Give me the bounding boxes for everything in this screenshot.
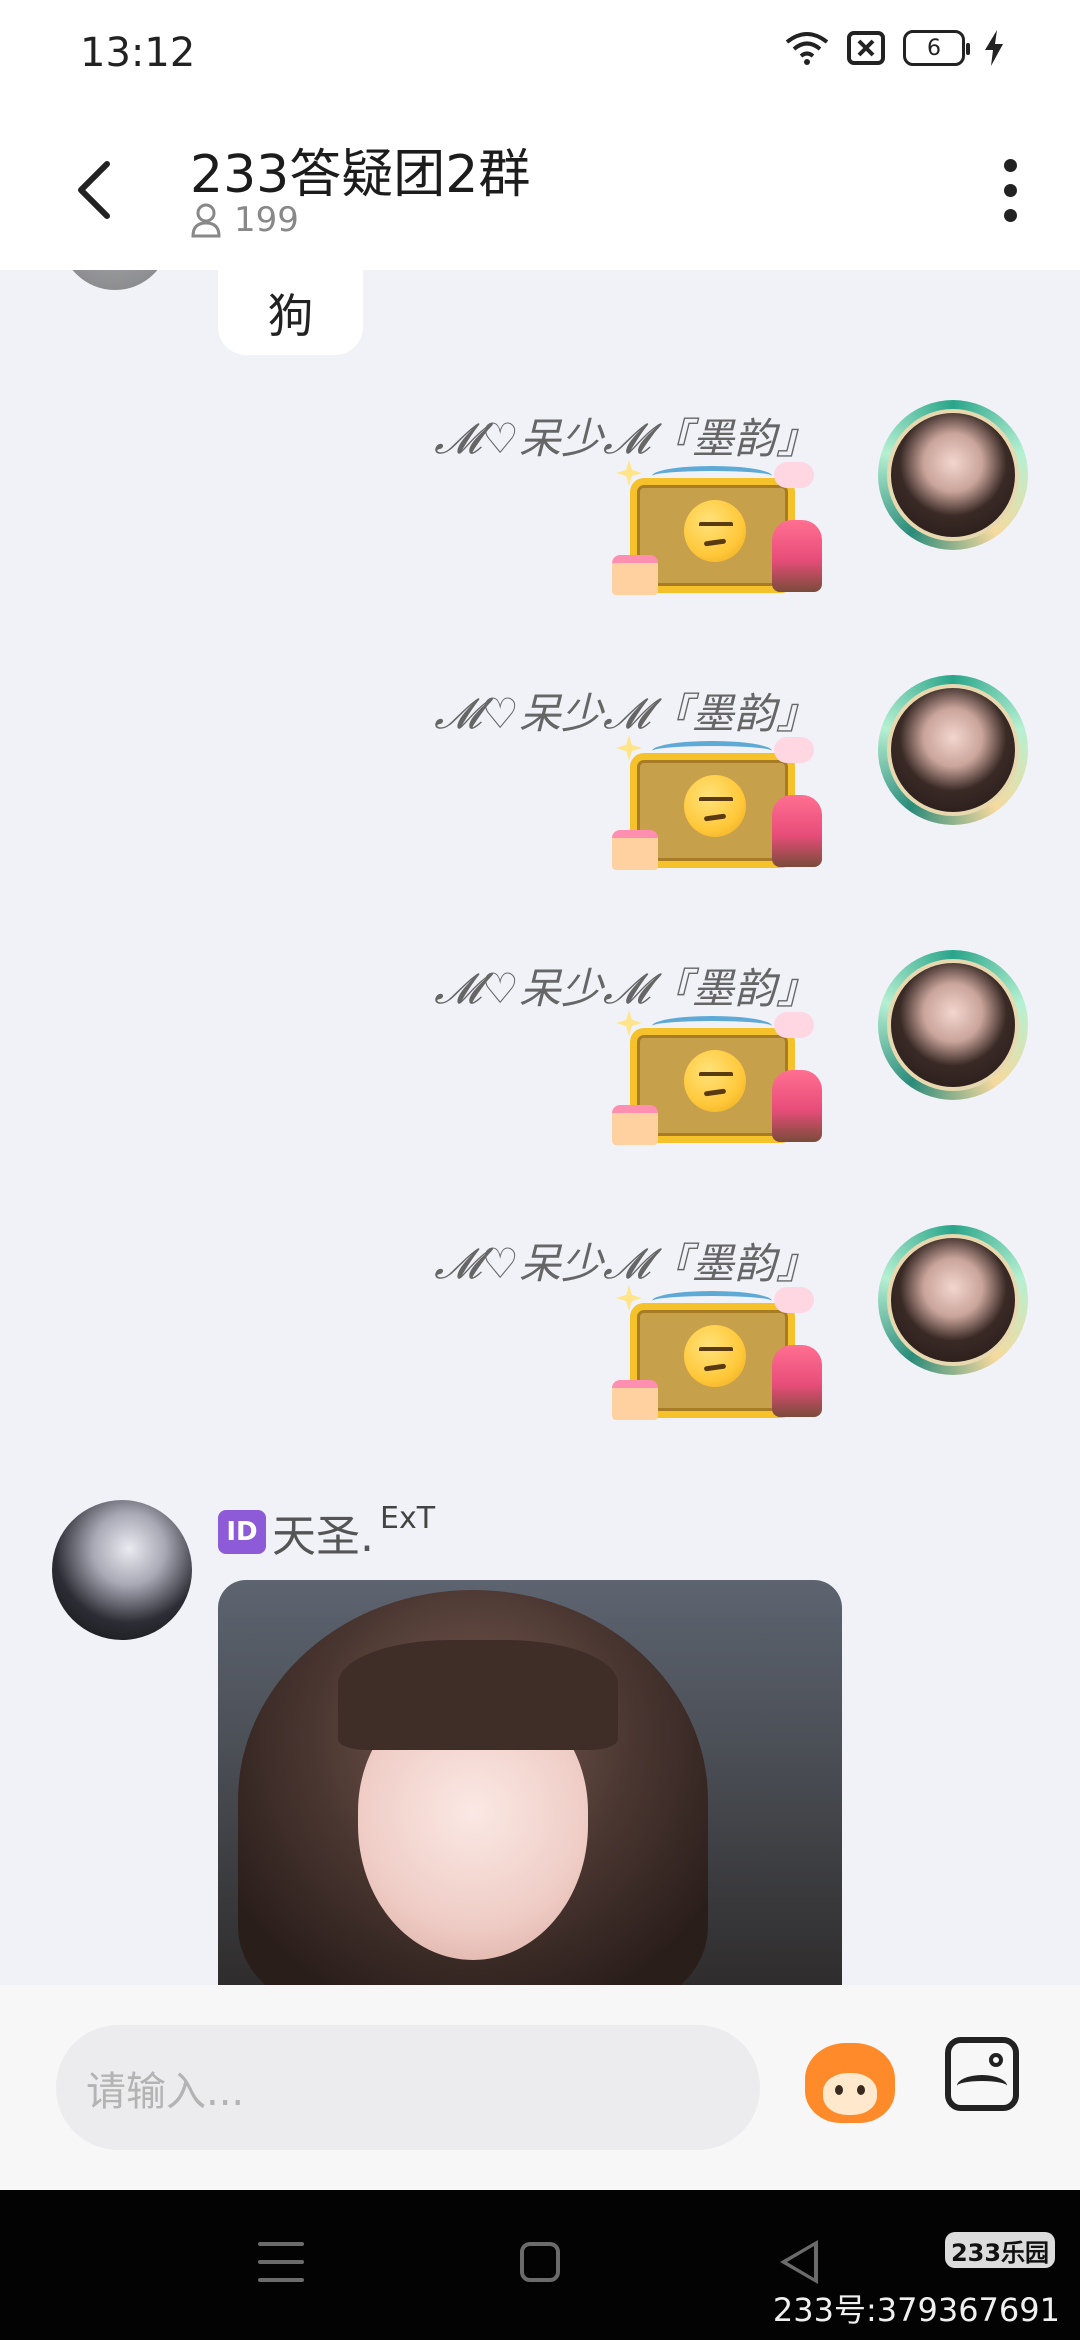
avatar-image: [887, 1234, 1019, 1366]
more-options-button[interactable]: [980, 150, 1040, 230]
status-time: 13:12: [80, 30, 196, 76]
watermark-logo: 233乐园: [945, 2232, 1055, 2268]
system-nav-bar: 233乐园 233号:379367691: [0, 2190, 1080, 2340]
message-bubble[interactable]: 狗: [218, 270, 363, 355]
home-button[interactable]: [520, 2242, 560, 2282]
character-icon: [772, 1345, 822, 1417]
watermark-text: 233号:379367691: [772, 2291, 1060, 2329]
sim-blocked-icon: [847, 31, 885, 65]
member-count: 199: [234, 200, 299, 240]
menu-icon-line: [258, 2260, 304, 2264]
more-icon-dot: [1003, 208, 1017, 222]
sender-name: 𝓜♡呆少𝓜『墨韵』: [434, 414, 818, 463]
avatar[interactable]: [878, 1225, 1028, 1375]
sticker-message[interactable]: [612, 735, 822, 885]
cloud-icon: [774, 1287, 814, 1313]
image-picker-button[interactable]: [945, 2037, 1019, 2111]
status-bar: 13:12 6: [0, 0, 1080, 110]
cake-icon: [612, 555, 658, 595]
photo-bangs: [338, 1640, 618, 1750]
charging-icon: [985, 30, 1003, 66]
cake-icon: [612, 830, 658, 870]
unamused-face-icon: [684, 1050, 746, 1112]
more-icon: [1003, 158, 1017, 172]
unamused-face-icon: [684, 500, 746, 562]
message-text: 狗: [267, 288, 314, 343]
message-item: 𝓜♡呆少𝓜『墨韵』: [0, 950, 1080, 1225]
group-title: 233答疑团2群: [190, 145, 531, 205]
recents-button[interactable]: [258, 2242, 304, 2282]
sender-name: 天圣.: [272, 1511, 374, 1562]
id-badge: ID: [218, 1510, 266, 1554]
message-input[interactable]: 请输入...: [56, 2025, 760, 2150]
message-item: ID 天圣. ExT: [0, 1500, 1080, 1985]
more-icon-dot: [1003, 183, 1017, 197]
character-icon: [772, 520, 822, 592]
avatar[interactable]: [878, 400, 1028, 550]
image-icon: [989, 2053, 1003, 2067]
person-icon: [191, 203, 221, 238]
cloud-icon: [774, 1012, 814, 1038]
sender-name: 𝓜♡呆少𝓜『墨韵』: [434, 964, 818, 1013]
battery-level: 6: [927, 35, 941, 61]
chat-header: 233答疑团2群 199: [0, 110, 1080, 270]
image-icon-mountain: [957, 2075, 1007, 2097]
cake-icon: [612, 1105, 658, 1145]
back-button[interactable]: [60, 150, 130, 230]
message-item: 𝓜♡呆少𝓜『墨韵』: [0, 675, 1080, 950]
mascot-emoji-icon: [805, 2043, 895, 2123]
avatar[interactable]: [878, 950, 1028, 1100]
avatar-image: [887, 409, 1019, 541]
sender-row: ID 天圣. ExT: [218, 1500, 435, 1564]
avatar-image: [887, 959, 1019, 1091]
message-list[interactable]: 狗 𝓜♡呆少𝓜『墨韵』 𝓜♡呆少𝓜『墨韵』 𝓜♡呆少𝓜『墨韵』 𝓜♡呆少𝓜『墨韵…: [0, 270, 1080, 1985]
sender-name: 𝓜♡呆少𝓜『墨韵』: [434, 689, 818, 738]
sender-tag: ExT: [380, 1500, 436, 1536]
avatar[interactable]: [60, 270, 170, 290]
avatar[interactable]: [52, 1500, 192, 1640]
unamused-face-icon: [684, 775, 746, 837]
input-bar: 请输入...: [0, 1985, 1080, 2190]
battery-icon: 6: [903, 30, 970, 66]
back-icon: [78, 161, 110, 219]
character-icon: [772, 795, 822, 867]
member-count-row[interactable]: 199: [190, 200, 299, 240]
sender-name: 𝓜♡呆少𝓜『墨韵』: [434, 1239, 818, 1288]
sticker-message[interactable]: [612, 460, 822, 610]
sticker-message[interactable]: [612, 1285, 822, 1435]
cake-icon: [612, 1380, 658, 1420]
message-item: 𝓜♡呆少𝓜『墨韵』: [0, 1225, 1080, 1500]
unamused-face-icon: [684, 1325, 746, 1387]
character-icon: [772, 1070, 822, 1142]
emoji-button[interactable]: [800, 2033, 900, 2133]
avatar-image: [887, 684, 1019, 816]
photo-message[interactable]: [218, 1580, 842, 1985]
system-back-button[interactable]: [780, 2240, 818, 2284]
menu-icon: [258, 2242, 304, 2246]
wifi-icon: [785, 32, 829, 65]
sticker-message[interactable]: [612, 1010, 822, 1160]
cloud-icon: [774, 737, 814, 763]
message-item: 𝓜♡呆少𝓜『墨韵』: [0, 400, 1080, 675]
menu-icon-line: [258, 2278, 304, 2282]
cloud-icon: [774, 462, 814, 488]
avatar[interactable]: [878, 675, 1028, 825]
status-icons: 6: [785, 30, 1005, 66]
